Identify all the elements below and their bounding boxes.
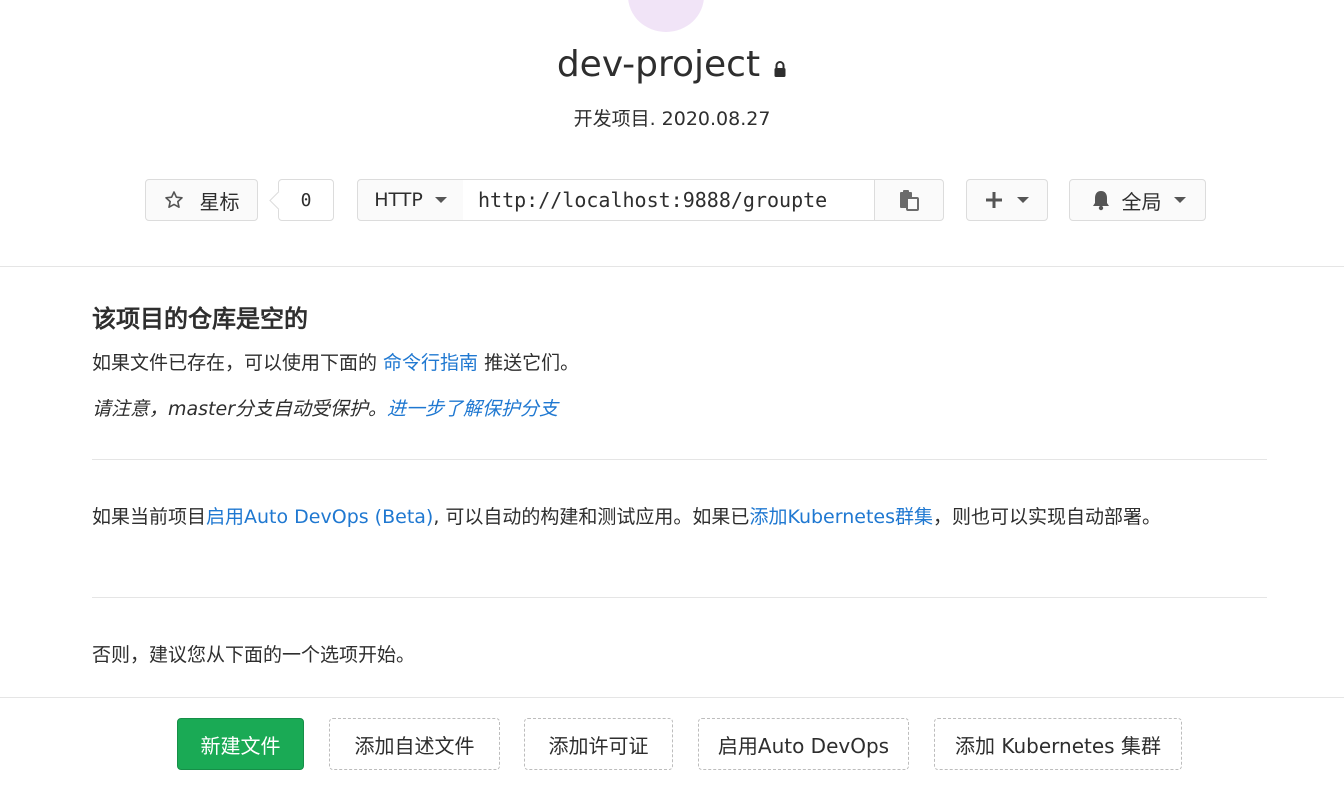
- star-button[interactable]: 星标: [145, 179, 258, 221]
- section-divider: [92, 597, 1267, 598]
- project-name: dev-project: [556, 44, 761, 85]
- project-avatar: [628, 0, 704, 32]
- add-kubernetes-link[interactable]: 添加Kubernetes群集: [749, 506, 933, 528]
- plus-icon: [985, 191, 1003, 209]
- chevron-down-icon: [1017, 197, 1029, 203]
- auto-devops-middle-text: , 可以自动的构建和测试应用。如果已: [433, 506, 750, 528]
- protected-branch-text: 请注意，master分支自动受保护。: [92, 398, 388, 420]
- protected-branch-link[interactable]: 进一步了解保护分支: [387, 398, 558, 420]
- actions-divider: [0, 697, 1344, 698]
- otherwise-text: 否则，建议您从下面的一个选项开始。: [92, 644, 416, 666]
- push-instructions: 如果文件已存在，可以使用下面的 命令行指南 推送它们。: [92, 348, 579, 375]
- empty-repo-title: 该项目的仓库是空的: [92, 305, 308, 333]
- quick-actions: 新建文件 添加自述文件 添加许可证 启用Auto DevOps 添加 Kuber…: [0, 718, 1344, 770]
- clone-protocol-label: HTTP: [374, 189, 423, 211]
- notification-label: 全局: [1121, 189, 1162, 214]
- star-icon: [164, 190, 184, 210]
- star-count[interactable]: 0: [278, 179, 334, 221]
- new-file-button[interactable]: 新建文件: [177, 718, 304, 770]
- chevron-down-icon: [1173, 197, 1186, 203]
- push-instructions-suffix: 推送它们。: [478, 352, 580, 374]
- add-kubernetes-cluster-button[interactable]: 添加 Kubernetes 集群: [934, 718, 1182, 770]
- clipboard-icon: [898, 189, 920, 211]
- add-readme-button[interactable]: 添加自述文件: [329, 718, 500, 770]
- project-controls: 星标 0 HTTP http://localhost:9888/groupte: [0, 179, 1344, 221]
- new-item-dropdown[interactable]: [966, 179, 1048, 221]
- header-divider: [0, 266, 1344, 267]
- section-divider: [92, 459, 1267, 460]
- enable-auto-devops-link[interactable]: 启用Auto DevOps (Beta): [206, 506, 433, 528]
- clone-protocol-dropdown[interactable]: HTTP: [357, 179, 464, 221]
- protected-branch-note: 请注意，master分支自动受保护。进一步了解保护分支: [92, 394, 558, 421]
- add-license-button[interactable]: 添加许可证: [524, 718, 673, 770]
- copy-url-button[interactable]: [874, 179, 944, 221]
- lock-icon: [773, 60, 787, 78]
- bell-icon: [1090, 189, 1112, 211]
- chevron-down-icon: [434, 197, 447, 203]
- project-title-row: dev-project: [0, 44, 1344, 85]
- star-label: 星标: [199, 189, 240, 214]
- push-instructions-text: 如果文件已存在，可以使用下面的: [92, 352, 384, 374]
- project-description: 开发项目. 2020.08.27: [573, 108, 771, 130]
- auto-devops-text: 如果当前项目: [92, 506, 207, 528]
- command-line-guide-link[interactable]: 命令行指南: [383, 352, 478, 374]
- notification-dropdown[interactable]: 全局: [1069, 179, 1206, 221]
- auto-devops-suffix-text: ，则也可以实现自动部署。: [933, 506, 1162, 528]
- auto-devops-info: 如果当前项目启用Auto DevOps (Beta), 可以自动的构建和测试应用…: [92, 502, 1242, 533]
- clone-url-input[interactable]: http://localhost:9888/groupte: [463, 179, 875, 221]
- enable-auto-devops-button[interactable]: 启用Auto DevOps: [698, 718, 909, 770]
